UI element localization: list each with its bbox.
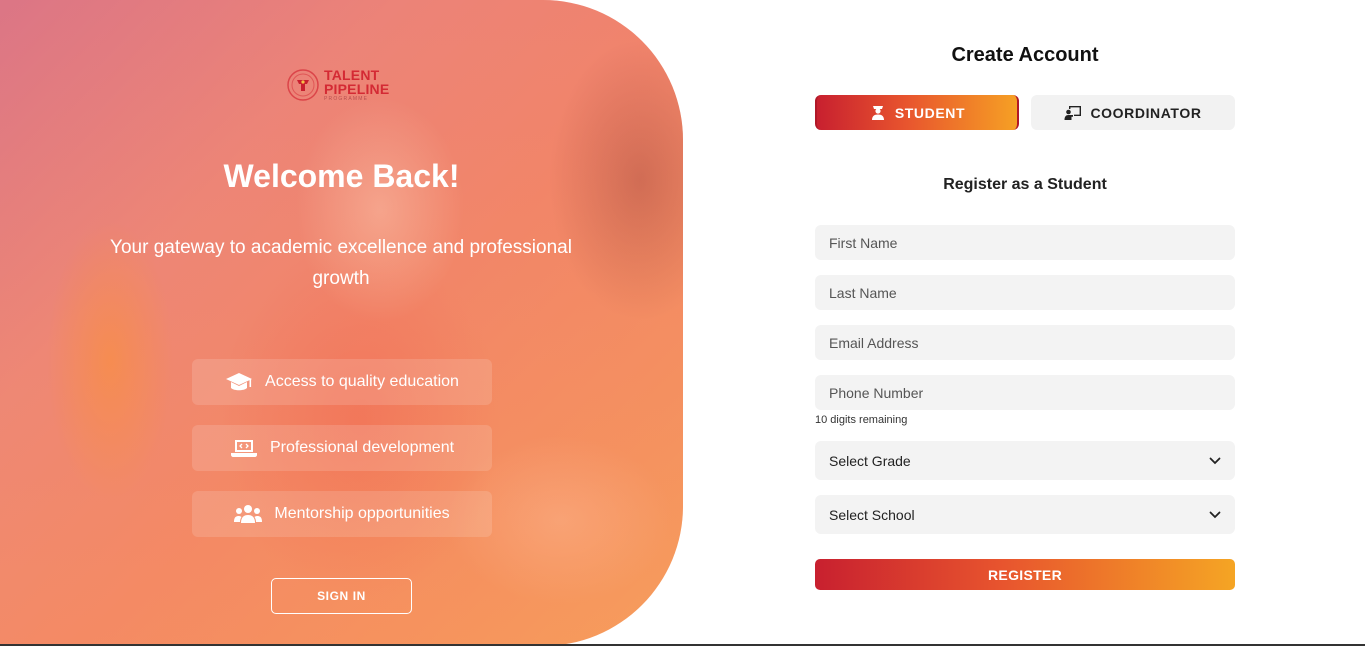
role-tab-label: STUDENT [894,104,966,121]
graduation-cap-icon [226,373,253,391]
logo-emblem-icon [287,69,319,101]
feature-label: Access to quality education [265,373,459,390]
logo-line-2: PIPELINE [324,81,390,97]
role-tab-student[interactable]: STUDENT [815,95,1019,130]
role-tab-coordinator[interactable]: COORDINATOR [1031,95,1235,130]
student-icon [871,105,884,120]
sign-in-button[interactable]: SIGN IN [271,578,412,614]
feature-item-professional: Professional development [192,425,492,471]
first-name-input[interactable] [815,225,1235,260]
chalkboard-teacher-icon [1064,105,1082,120]
feature-label: Mentorship opportunities [274,505,450,522]
role-tab-label: COORDINATOR [1090,104,1202,121]
feature-label: Professional development [269,439,455,456]
chevron-down-icon [1209,457,1221,464]
phone-input[interactable] [815,375,1235,410]
feature-item-mentorship: Mentorship opportunities [192,491,492,537]
hero-tagline: Your gateway to academic excellence and … [110,237,572,289]
welcome-heading: Welcome Back! [223,158,460,194]
grade-select-value: Select Grade [829,452,911,469]
logo-line-3: PROGRAMME [324,96,369,102]
logo-wordmark: TALENT PIPELINE PROGRAMME [324,68,389,102]
chevron-down-icon [1209,511,1221,518]
form-subtitle: Register as a Student [943,176,1107,193]
grade-select[interactable]: Select Grade [815,441,1235,480]
laptop-code-icon [230,440,257,457]
email-input[interactable] [815,325,1235,360]
brand-logo: TALENT PIPELINE PROGRAMME [286,66,396,104]
school-select-value: Select School [829,506,915,523]
logo-line-1: TALENT [324,67,380,83]
users-icon [234,505,263,523]
phone-digits-hint: 10 digits remaining [815,414,908,426]
feature-item-education: Access to quality education [192,359,492,405]
register-page: TALENT PIPELINE PROGRAMME Welcome Back! … [0,0,1365,646]
last-name-input[interactable] [815,275,1235,310]
hero-panel: TALENT PIPELINE PROGRAMME Welcome Back! … [0,0,683,646]
school-select[interactable]: Select School [815,495,1235,534]
register-button[interactable]: REGISTER [815,559,1235,590]
form-title: Create Account [951,44,1099,66]
